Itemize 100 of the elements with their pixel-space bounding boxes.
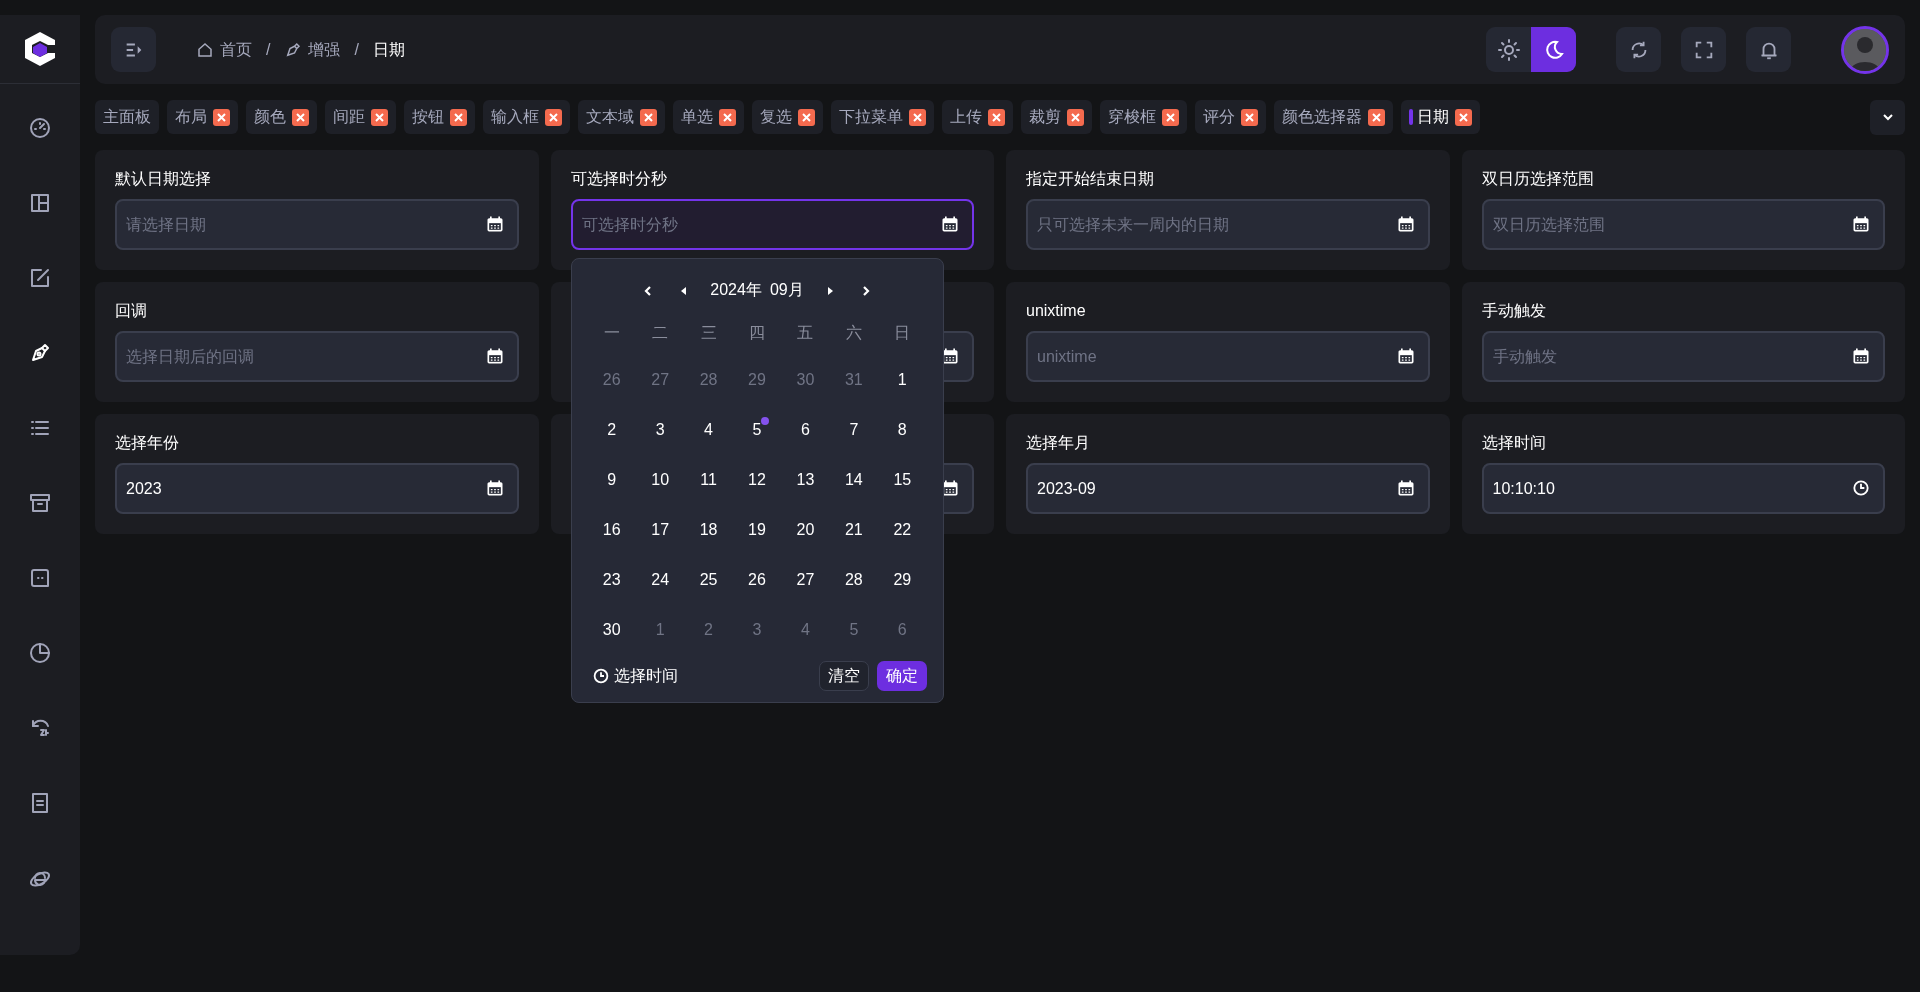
tab[interactable]: 日期 bbox=[1401, 100, 1480, 134]
calendar-day[interactable]: 1 bbox=[897, 368, 907, 392]
calendar-day[interactable]: 16 bbox=[602, 518, 621, 542]
calendar-day[interactable]: 17 bbox=[651, 518, 670, 542]
tab[interactable]: 评分 bbox=[1195, 100, 1266, 134]
calendar-day[interactable]: 7 bbox=[849, 418, 859, 442]
calendar-day[interactable]: 18 bbox=[699, 518, 718, 542]
tab[interactable]: 颜色选择器 bbox=[1274, 100, 1393, 134]
avatar[interactable] bbox=[1841, 25, 1889, 74]
calendar-day[interactable]: 24 bbox=[651, 568, 670, 592]
date-field[interactable]: 选择日期后的回调 bbox=[115, 331, 519, 382]
date-field[interactable]: 可选择时分秒 bbox=[570, 199, 974, 250]
close-icon[interactable] bbox=[292, 108, 309, 126]
time-toggle-button[interactable]: 选择时间 bbox=[587, 664, 682, 688]
close-icon[interactable] bbox=[798, 108, 815, 126]
month-selector[interactable]: 09月 bbox=[769, 278, 804, 302]
calendar-day[interactable]: 2 bbox=[607, 418, 617, 442]
breadcrumb-current: 日期 bbox=[372, 39, 405, 60]
field-label: unixtime bbox=[1026, 301, 1087, 321]
date-field[interactable]: 双日历选择范围 bbox=[1481, 199, 1885, 250]
date-field[interactable]: 2023-09 bbox=[1026, 463, 1430, 514]
tab[interactable]: 输入框 bbox=[483, 100, 570, 134]
tab[interactable]: 文本域 bbox=[578, 100, 665, 134]
close-icon[interactable] bbox=[640, 108, 657, 126]
calendar-day[interactable]: 10 bbox=[651, 468, 670, 492]
calendar-day[interactable]: 22 bbox=[893, 518, 912, 542]
date-field[interactable]: 请选择日期 bbox=[115, 199, 519, 250]
menu-toggle-button[interactable] bbox=[111, 27, 156, 72]
calendar-day[interactable]: 30 bbox=[602, 618, 621, 642]
weekday-label: 二 bbox=[652, 323, 669, 343]
calendar-day[interactable]: 3 bbox=[655, 418, 665, 442]
tab[interactable]: 裁剪 bbox=[1021, 100, 1092, 134]
clock-icon bbox=[591, 667, 610, 685]
tab[interactable]: 布局 bbox=[167, 100, 238, 134]
breadcrumb-separator: / bbox=[354, 39, 359, 60]
tab[interactable]: 上传 bbox=[942, 100, 1013, 134]
archive-icon bbox=[28, 491, 52, 515]
edit-icon bbox=[28, 266, 52, 290]
tab[interactable]: 颜色 bbox=[246, 100, 317, 134]
calendar-day[interactable]: 9 bbox=[607, 468, 617, 492]
calendar-day[interactable]: 23 bbox=[602, 568, 621, 592]
tab[interactable]: 按钮 bbox=[404, 100, 475, 134]
calendar-day[interactable]: 4 bbox=[704, 418, 713, 442]
calendar-day[interactable]: 13 bbox=[796, 468, 815, 492]
date-field[interactable]: unixtime bbox=[1026, 331, 1430, 382]
dark-mode-button[interactable] bbox=[1531, 27, 1576, 72]
close-icon[interactable] bbox=[909, 108, 926, 126]
close-icon[interactable] bbox=[719, 108, 736, 126]
close-icon[interactable] bbox=[371, 108, 388, 126]
tab[interactable]: 下拉菜单 bbox=[831, 100, 934, 134]
fullscreen-button[interactable] bbox=[1681, 27, 1726, 72]
date-field[interactable]: 手动触发 bbox=[1481, 331, 1885, 382]
calendar-day[interactable]: 25 bbox=[699, 568, 718, 592]
calendar-day[interactable]: 27 bbox=[796, 568, 815, 592]
refresh-button[interactable] bbox=[1616, 27, 1661, 72]
tab[interactable]: 复选 bbox=[752, 100, 823, 134]
close-icon[interactable] bbox=[1368, 108, 1385, 126]
close-icon[interactable] bbox=[450, 108, 467, 126]
sun-icon bbox=[1496, 37, 1521, 62]
close-icon[interactable] bbox=[1455, 108, 1472, 126]
tab[interactable]: 单选 bbox=[673, 100, 744, 134]
year-selector[interactable]: 2024年 bbox=[710, 278, 762, 302]
logo-icon bbox=[22, 30, 58, 68]
layout-icon bbox=[28, 191, 52, 215]
expand-tabs-button[interactable] bbox=[1870, 99, 1905, 135]
tab[interactable]: 穿梭框 bbox=[1100, 100, 1187, 134]
breadcrumb-link[interactable]: 首页 bbox=[220, 37, 252, 62]
calendar-day[interactable]: 28 bbox=[844, 568, 863, 592]
weekday-label: 日 bbox=[894, 323, 911, 343]
field-label: 手动触发 bbox=[1481, 301, 1547, 321]
breadcrumb-link[interactable]: 增强 bbox=[308, 37, 341, 62]
pie-chart-icon bbox=[28, 641, 52, 665]
calendar-day[interactable]: 21 bbox=[844, 518, 863, 542]
calendar-day[interactable]: 11 bbox=[700, 468, 717, 492]
calendar-day[interactable]: 5 bbox=[752, 418, 762, 442]
calendar-day[interactable]: 20 bbox=[796, 518, 815, 542]
date-field[interactable]: 2023 bbox=[115, 463, 519, 514]
clear-button[interactable]: 清空 bbox=[818, 661, 869, 691]
close-icon[interactable] bbox=[988, 108, 1005, 126]
calendar-day[interactable]: 19 bbox=[748, 518, 766, 542]
tab[interactable]: 主面板 bbox=[95, 100, 159, 134]
calendar-day[interactable]: 29 bbox=[893, 568, 912, 592]
clock-icon bbox=[1851, 478, 1871, 498]
calendar-day[interactable]: 12 bbox=[748, 468, 766, 492]
close-icon[interactable] bbox=[545, 108, 562, 126]
close-icon[interactable] bbox=[1241, 108, 1258, 126]
calendar-day[interactable]: 8 bbox=[897, 418, 907, 442]
calendar-day[interactable]: 26 bbox=[748, 568, 766, 592]
confirm-button[interactable]: 确定 bbox=[876, 661, 927, 691]
gauge-icon bbox=[28, 116, 52, 140]
date-field[interactable]: 10:10:10 bbox=[1481, 463, 1885, 514]
calendar-day[interactable]: 14 bbox=[844, 468, 863, 492]
tab[interactable]: 间距 bbox=[325, 100, 396, 134]
notification-button[interactable] bbox=[1746, 27, 1791, 72]
date-field[interactable]: 只可选择未来一周内的日期 bbox=[1026, 199, 1430, 250]
calendar-day[interactable]: 15 bbox=[893, 468, 912, 492]
close-icon[interactable] bbox=[1162, 108, 1179, 126]
close-icon[interactable] bbox=[1067, 108, 1084, 126]
calendar-day[interactable]: 6 bbox=[800, 418, 810, 442]
close-icon[interactable] bbox=[213, 108, 230, 126]
